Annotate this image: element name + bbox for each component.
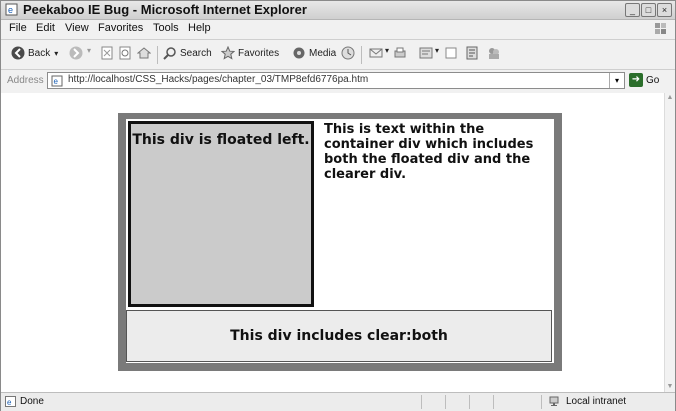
search-icon — [163, 47, 176, 60]
address-input[interactable]: e http://localhost/CSS_Hacks/pages/chapt… — [47, 72, 625, 89]
research-icon[interactable] — [465, 46, 479, 60]
floated-div: This div is floated left. — [128, 121, 314, 307]
toolbar-separator — [157, 46, 158, 64]
title-bar: e Peekaboo IE Bug - Microsoft Internet E… — [1, 1, 675, 20]
history-icon[interactable] — [341, 46, 355, 60]
back-button[interactable]: Back ▾ — [11, 46, 58, 60]
menu-file[interactable]: File — [9, 22, 27, 34]
mail-dropdown-icon[interactable]: ▾ — [385, 46, 389, 55]
status-divider — [445, 395, 446, 409]
messenger-icon[interactable] — [487, 46, 501, 60]
status-divider — [541, 395, 542, 409]
menu-view[interactable]: View — [65, 22, 89, 34]
intranet-icon — [549, 396, 559, 406]
forward-dropdown-icon[interactable]: ▾ — [87, 46, 91, 55]
stop-icon[interactable] — [101, 46, 113, 60]
svg-text:e: e — [8, 5, 13, 15]
search-button[interactable]: Search — [163, 46, 212, 60]
container-div: This div is floated left. This is text w… — [118, 113, 562, 371]
page-done-icon: e — [5, 396, 16, 407]
svg-text:e: e — [7, 398, 12, 407]
print-icon[interactable] — [393, 46, 407, 60]
go-label: Go — [646, 74, 660, 86]
status-divider — [493, 395, 494, 409]
clearer-div: This div includes clear:both — [126, 310, 552, 362]
svg-text:e: e — [54, 77, 59, 86]
favorites-label: Favorites — [238, 47, 280, 59]
forward-arrow-icon[interactable] — [69, 46, 83, 60]
status-divider — [421, 395, 422, 409]
minimize-button[interactable]: _ — [625, 3, 640, 17]
window-controls: _ □ × — [625, 3, 672, 17]
menu-edit[interactable]: Edit — [36, 22, 55, 34]
address-bar: Address e http://localhost/CSS_Hacks/pag… — [1, 70, 675, 94]
mail-icon[interactable] — [369, 46, 383, 60]
favorites-star-icon — [221, 46, 235, 60]
edit-dropdown-icon[interactable]: ▾ — [435, 46, 439, 55]
edit-icon[interactable] — [419, 46, 433, 60]
container-text: This is text within the container div wh… — [324, 122, 534, 182]
favorites-button[interactable]: Favorites — [221, 46, 279, 60]
address-url: http://localhost/CSS_Hacks/pages/chapter… — [68, 74, 369, 85]
vertical-scrollbar[interactable]: ▲ ▼ — [664, 93, 675, 392]
menu-favorites[interactable]: Favorites — [98, 22, 143, 34]
status-done: e Done — [5, 396, 44, 407]
go-button[interactable]: ➜ Go — [629, 73, 659, 87]
zone-text: Local intranet — [566, 396, 627, 407]
standard-toolbar: Back ▾ ▾ Search Favorites Media ▾ ▾ — [1, 40, 675, 70]
scroll-down-icon[interactable]: ▼ — [665, 382, 675, 392]
go-arrow-icon: ➜ — [629, 73, 643, 87]
page-icon: e — [51, 75, 63, 87]
menu-bar: File Edit View Favorites Tools Help — [1, 20, 675, 40]
address-label: Address — [7, 75, 44, 86]
clearer-div-text: This div includes clear:both — [230, 328, 448, 344]
home-icon[interactable] — [137, 46, 151, 60]
back-dropdown-icon[interactable]: ▾ — [54, 49, 58, 58]
status-divider — [469, 395, 470, 409]
window-title: Peekaboo IE Bug - Microsoft Internet Exp… — [23, 2, 307, 17]
menu-tools[interactable]: Tools — [153, 22, 179, 34]
address-dropdown-icon[interactable]: ▾ — [609, 73, 624, 88]
browser-window: e Peekaboo IE Bug - Microsoft Internet E… — [0, 0, 676, 411]
container-inner: This div is floated left. This is text w… — [126, 119, 554, 363]
toolbar-separator — [361, 46, 362, 64]
maximize-button[interactable]: □ — [641, 3, 656, 17]
close-button[interactable]: × — [657, 3, 672, 17]
status-text: Done — [20, 396, 44, 407]
floated-div-text: This div is floated left. — [132, 132, 310, 148]
menu-help[interactable]: Help — [188, 22, 211, 34]
discuss-icon[interactable] — [445, 46, 457, 60]
media-label: Media — [309, 47, 337, 59]
security-zone: Local intranet — [549, 396, 626, 407]
media-button[interactable]: Media — [292, 46, 336, 60]
scroll-up-icon[interactable]: ▲ — [665, 93, 675, 103]
search-label: Search — [180, 47, 212, 59]
back-label: Back — [28, 47, 51, 59]
windows-flag-icon — [655, 23, 666, 34]
back-arrow-icon — [11, 46, 25, 60]
media-icon — [293, 47, 305, 59]
status-bar: e Done Local intranet — [1, 392, 675, 411]
refresh-icon[interactable] — [119, 46, 131, 60]
page-viewport: This div is floated left. This is text w… — [1, 93, 665, 392]
ie-page-icon: e — [5, 3, 18, 16]
